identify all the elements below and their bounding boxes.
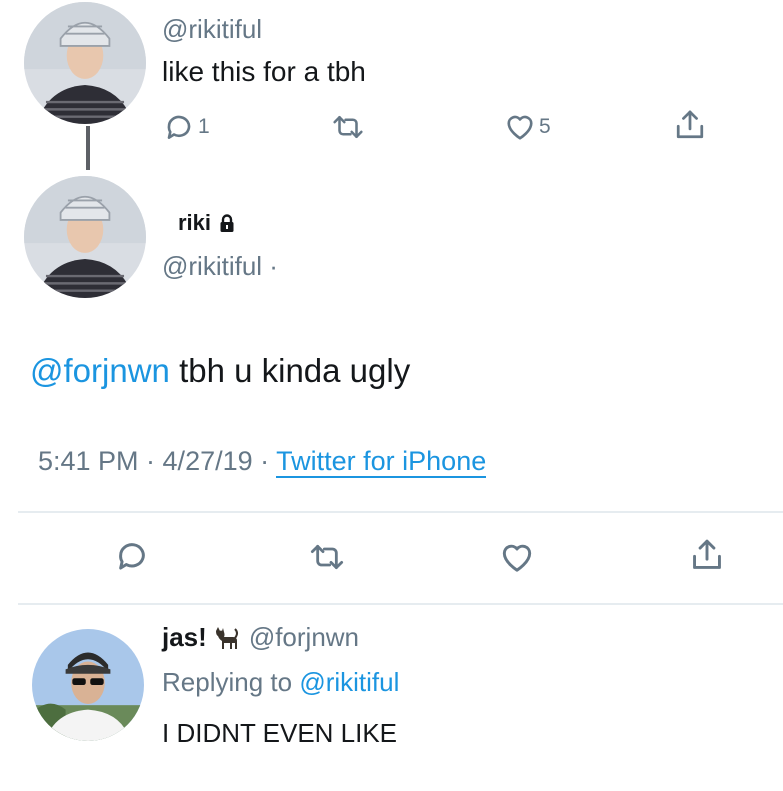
tweet1-text: like this for a tbh <box>162 56 366 87</box>
tweet2-display-name-text: riki <box>178 210 212 235</box>
tweet3-display-name[interactable]: jas! @forjnwn <box>162 622 359 653</box>
tweet1-like-button[interactable]: 5 <box>505 113 551 141</box>
tweet2-reply-button[interactable] <box>115 539 149 573</box>
tweet2-display-name[interactable]: riki <box>178 210 235 236</box>
tweet3-text: I DIDNT EVEN LIKE <box>162 718 398 748</box>
tweet2-meta: 5:41 PM · 4/27/19 · Twitter for iPhone <box>38 446 487 478</box>
tweet2-handle[interactable]: @rikitiful · <box>162 251 278 282</box>
heart-icon <box>502 544 532 572</box>
tweet3-handle[interactable]: @forjnwn <box>249 622 359 653</box>
tweet2-share-button[interactable] <box>690 537 724 573</box>
tweet3-display-name-text: jas! <box>162 622 207 652</box>
avatar-jas[interactable] <box>32 629 144 741</box>
tweet1-share-button[interactable] <box>674 108 706 142</box>
thread-connector-line <box>86 126 90 170</box>
avatar-riki[interactable] <box>24 176 146 298</box>
reply-icon <box>119 543 145 570</box>
heart-icon <box>507 115 533 140</box>
tweet2-mention-link[interactable]: @forjnwn <box>30 352 170 389</box>
tweet1-reply-count: 1 <box>198 115 210 138</box>
tweet2-text-body: tbh u kinda ugly <box>179 352 411 389</box>
share-icon <box>676 110 704 139</box>
cat-emoji-icon <box>215 626 238 649</box>
share-icon <box>693 539 721 569</box>
tweet2-timestamp: 5:41 PM · 4/27/19 · <box>38 446 277 476</box>
retweet-icon <box>333 116 363 138</box>
tweet2-text: @forjnwn tbh u kinda ugly <box>30 352 410 390</box>
reply-icon <box>167 115 191 139</box>
divider-top <box>18 511 783 513</box>
tweet1-reply-button[interactable]: 1 <box>164 112 210 142</box>
tweet2-like-button[interactable] <box>500 542 534 573</box>
tweet3-replying-prefix: Replying to <box>162 667 300 697</box>
tweet3-replying-to-link[interactable]: @rikitiful <box>299 667 399 697</box>
tweet2-retweet-button[interactable] <box>308 541 346 573</box>
tweet1-like-count: 5 <box>539 115 551 138</box>
avatar-rikitiful[interactable] <box>24 2 146 124</box>
retweet-icon <box>310 544 344 570</box>
tweet2-source-link[interactable]: Twitter for iPhone <box>276 446 487 478</box>
tweet1-handle[interactable]: @rikitiful <box>162 14 262 45</box>
tweet3-replying-to: Replying to @rikitiful <box>162 667 399 698</box>
lock-icon <box>220 213 234 232</box>
tweet1-retweet-button[interactable] <box>331 112 365 142</box>
divider-bottom <box>18 603 783 605</box>
